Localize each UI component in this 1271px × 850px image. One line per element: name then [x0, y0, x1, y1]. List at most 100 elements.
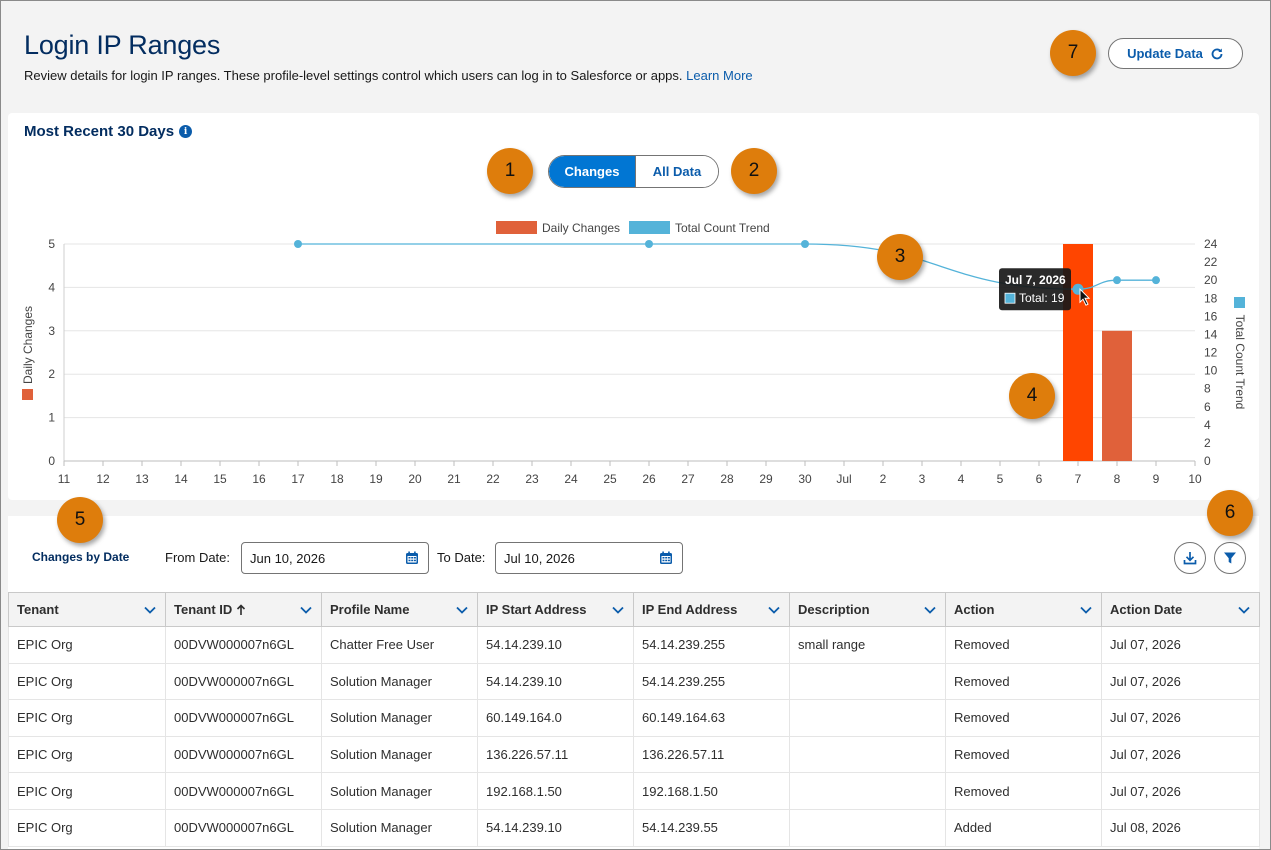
chevron-down-icon[interactable]: [143, 605, 157, 615]
legend-swatch-daily-changes: [496, 221, 537, 234]
download-icon: [1183, 552, 1197, 565]
callout-4: 4: [1009, 373, 1055, 419]
chevron-down-icon[interactable]: [1079, 605, 1093, 615]
column-header-label: Profile Name: [330, 602, 410, 617]
y2-tick-label: 14: [1204, 327, 1218, 341]
table-cell: Jul 07, 2026: [1101, 699, 1260, 737]
download-button[interactable]: [1174, 542, 1206, 574]
column-header[interactable]: Tenant ID: [165, 592, 322, 627]
table-header-row: Tenant Tenant ID Profile Name IP Start Addr…: [8, 592, 1260, 627]
chevron-down-icon[interactable]: [1237, 605, 1251, 615]
to-date-input[interactable]: Jul 10, 2026: [495, 542, 683, 574]
x-tick-label: 7: [1075, 472, 1082, 486]
table-row: EPIC Org 00DVW000007n6GL Chatter Free User…: [8, 626, 1260, 664]
x-tick-label: 19: [369, 472, 383, 486]
ip-ranges-table: Tenant Tenant ID Profile Name IP Start Addr…: [8, 592, 1260, 847]
from-date-label: From Date:: [165, 550, 231, 565]
trend-point: [1152, 276, 1160, 285]
page-description: Review details for login IP ranges. Thes…: [24, 68, 753, 83]
table-cell: EPIC Org: [8, 626, 166, 664]
to-date-label: To Date:: [437, 550, 486, 565]
x-tick-label: 13: [135, 472, 149, 486]
table-row: EPIC Org 00DVW000007n6GL Solution Manager 1…: [8, 735, 1260, 774]
x-tick-label: 22: [486, 472, 500, 486]
table-cell: 136.226.57.11: [633, 735, 790, 774]
table-cell: Solution Manager: [321, 772, 478, 810]
sort-ascending-icon[interactable]: [236, 603, 246, 616]
x-tick-label: Jul: [836, 472, 851, 486]
table-cell: EPIC Org: [8, 808, 166, 847]
chevron-down-icon[interactable]: [923, 605, 937, 615]
column-header-label: Tenant: [17, 602, 59, 617]
table-cell: Added: [945, 808, 1102, 847]
update-data-button[interactable]: Update Data: [1108, 38, 1243, 69]
y2-tick-label: 12: [1204, 346, 1218, 360]
column-header[interactable]: IP End Address: [633, 592, 790, 627]
table-cell: EPIC Org: [8, 735, 166, 774]
x-tick-label: 20: [408, 472, 422, 486]
y2-tick-label: 20: [1204, 273, 1218, 287]
table-cell: [789, 699, 946, 737]
table-cell: 00DVW000007n6GL: [165, 662, 322, 701]
to-date-value: Jul 10, 2026: [504, 550, 575, 566]
column-header[interactable]: Tenant: [8, 592, 166, 627]
x-tick-label: 21: [447, 472, 461, 486]
table-cell: Removed: [945, 772, 1102, 810]
table-cell: 60.149.164.63: [633, 699, 790, 737]
filter-button[interactable]: [1214, 542, 1246, 574]
column-header[interactable]: Description: [789, 592, 946, 627]
y2-axis-label: Total Count Trend: [1233, 315, 1247, 410]
column-header[interactable]: Profile Name: [321, 592, 478, 627]
column-header[interactable]: Action: [945, 592, 1102, 627]
x-tick-label: 12: [96, 472, 110, 486]
table-cell: EPIC Org: [8, 772, 166, 810]
trend-point: [801, 240, 809, 248]
callout-6: 6: [1207, 490, 1253, 536]
y2-tick-label: 8: [1204, 382, 1211, 396]
chevron-down-icon[interactable]: [455, 605, 469, 615]
y2-tick-label: 4: [1204, 418, 1211, 432]
chevron-down-icon[interactable]: [767, 605, 781, 615]
y2-tick-label: 0: [1204, 454, 1211, 468]
column-header[interactable]: Action Date: [1101, 592, 1260, 627]
learn-more-link[interactable]: Learn More: [686, 68, 752, 83]
table-cell: 192.168.1.50: [633, 772, 790, 810]
filter-icon: [1224, 552, 1236, 564]
chevron-down-icon[interactable]: [611, 605, 625, 615]
update-data-label: Update Data: [1127, 46, 1203, 61]
table-cell: Jul 07, 2026: [1101, 662, 1260, 701]
table-cell: Jul 07, 2026: [1101, 626, 1260, 664]
y2-tick-label: 6: [1204, 400, 1211, 414]
tooltip-swatch: [1004, 292, 1016, 304]
chevron-down-icon[interactable]: [299, 605, 313, 615]
table-cell: EPIC Org: [8, 662, 166, 701]
x-tick-label: 4: [958, 472, 965, 486]
table-cell: 192.168.1.50: [477, 772, 634, 810]
column-header[interactable]: IP Start Address: [477, 592, 634, 627]
y-axis-swatch: [22, 389, 33, 400]
table-cell: Solution Manager: [321, 808, 478, 847]
chart-card: Most Recent 30 Days i Changes All Data 0…: [8, 113, 1259, 500]
page-title: Login IP Ranges: [24, 30, 221, 60]
column-header-label: Description: [798, 602, 870, 617]
y2-tick-label: 16: [1204, 309, 1218, 323]
table-cell: 00DVW000007n6GL: [165, 735, 322, 774]
calendar-icon[interactable]: [659, 551, 673, 565]
table-cell: Removed: [945, 662, 1102, 701]
x-tick-label: 25: [603, 472, 617, 486]
table-row: EPIC Org 00DVW000007n6GL Solution Manager 1…: [8, 772, 1260, 810]
callout-2: 2: [731, 148, 777, 194]
column-header-label: IP Start Address: [486, 602, 587, 617]
table-cell: 54.14.239.55: [633, 808, 790, 847]
x-tick-label: 16: [252, 472, 266, 486]
calendar-icon[interactable]: [405, 551, 419, 565]
refresh-icon: [1211, 48, 1223, 59]
table-row: EPIC Org 00DVW000007n6GL Solution Manager 6…: [8, 699, 1260, 737]
trend-point: [1113, 276, 1121, 285]
column-header-label: Tenant ID: [174, 602, 233, 617]
from-date-input[interactable]: Jun 10, 2026: [241, 542, 429, 574]
callout-3: 3: [877, 234, 923, 280]
table-cell: EPIC Org: [8, 699, 166, 737]
callout-7: 7: [1050, 30, 1096, 76]
x-tick-label: 30: [798, 472, 812, 486]
